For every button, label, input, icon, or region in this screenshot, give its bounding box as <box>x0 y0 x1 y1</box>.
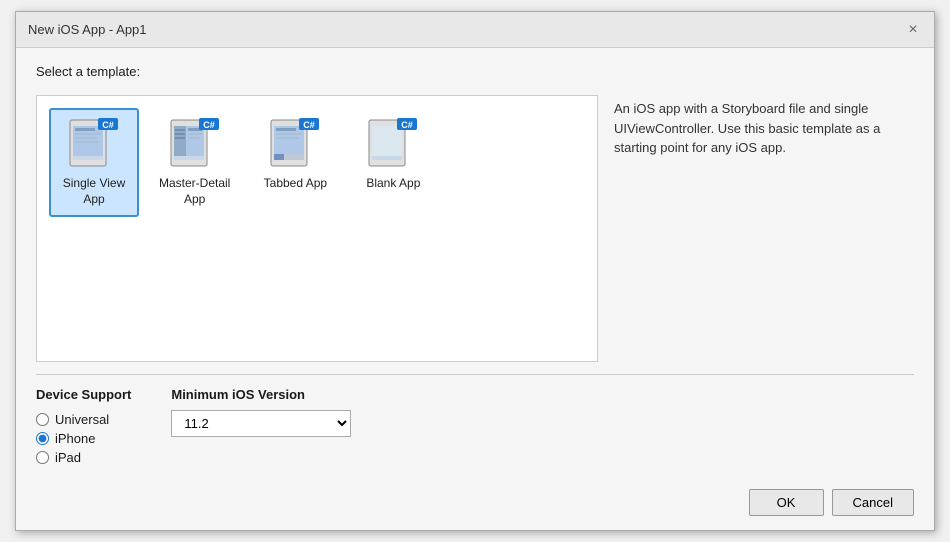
select-template-label: Select a template: <box>36 64 914 79</box>
template-panel: C# Single ViewApp <box>36 95 598 362</box>
device-radio-group: Universal iPhone iPad <box>36 412 131 465</box>
blank-app-icon: C# <box>365 118 421 170</box>
radio-ipad[interactable]: iPad <box>36 450 131 465</box>
svg-text:C#: C# <box>203 120 215 130</box>
radio-iphone-input[interactable] <box>36 432 49 445</box>
radio-universal-input[interactable] <box>36 413 49 426</box>
template-blank-app[interactable]: C# Blank App <box>348 108 438 202</box>
main-content: C# Single ViewApp <box>36 95 914 362</box>
radio-universal[interactable]: Universal <box>36 412 131 427</box>
device-support-title: Device Support <box>36 387 131 402</box>
cancel-button[interactable]: Cancel <box>832 489 914 516</box>
svg-text:C#: C# <box>102 120 114 130</box>
template-tabbed-app[interactable]: C# Tabbed App <box>250 108 340 202</box>
title-bar: New iOS App - App1 × <box>16 12 934 48</box>
tabbed-app-label: Tabbed App <box>264 176 327 192</box>
template-single-view[interactable]: C# Single ViewApp <box>49 108 139 217</box>
svg-text:C#: C# <box>402 120 414 130</box>
radio-ipad-input[interactable] <box>36 451 49 464</box>
new-ios-app-dialog: New iOS App - App1 × Select a template: <box>15 11 935 531</box>
ios-version-select[interactable]: 8.0 9.0 10.0 11.0 11.1 11.2 11.3 <box>171 410 351 437</box>
device-support-section: Device Support Universal iPhone iPad <box>36 387 131 465</box>
radio-ipad-label: iPad <box>55 450 81 465</box>
master-detail-icon: C# <box>167 118 223 170</box>
blank-app-label: Blank App <box>366 176 420 192</box>
radio-universal-label: Universal <box>55 412 109 427</box>
single-view-icon: C# <box>66 118 122 170</box>
radio-iphone-label: iPhone <box>55 431 95 446</box>
min-ios-section: Minimum iOS Version 8.0 9.0 10.0 11.0 11… <box>171 387 351 437</box>
radio-iphone[interactable]: iPhone <box>36 431 131 446</box>
dialog-title: New iOS App - App1 <box>28 22 147 37</box>
svg-text:C#: C# <box>304 120 316 130</box>
close-button[interactable]: × <box>904 21 922 39</box>
template-grid: C# Single ViewApp <box>49 108 585 217</box>
bottom-section: Device Support Universal iPhone iPad <box>36 374 914 465</box>
template-description: An iOS app with a Storyboard file and si… <box>614 101 880 155</box>
min-ios-title: Minimum iOS Version <box>171 387 351 402</box>
single-view-label: Single ViewApp <box>63 176 125 207</box>
master-detail-label: Master-DetailApp <box>159 176 230 207</box>
dialog-body: Select a template: <box>16 48 934 479</box>
description-panel: An iOS app with a Storyboard file and si… <box>614 95 914 362</box>
tabbed-app-icon: C# <box>267 118 323 170</box>
template-master-detail[interactable]: C# Master-DetailApp <box>147 108 242 217</box>
dialog-footer: OK Cancel <box>16 479 934 530</box>
ok-button[interactable]: OK <box>749 489 824 516</box>
